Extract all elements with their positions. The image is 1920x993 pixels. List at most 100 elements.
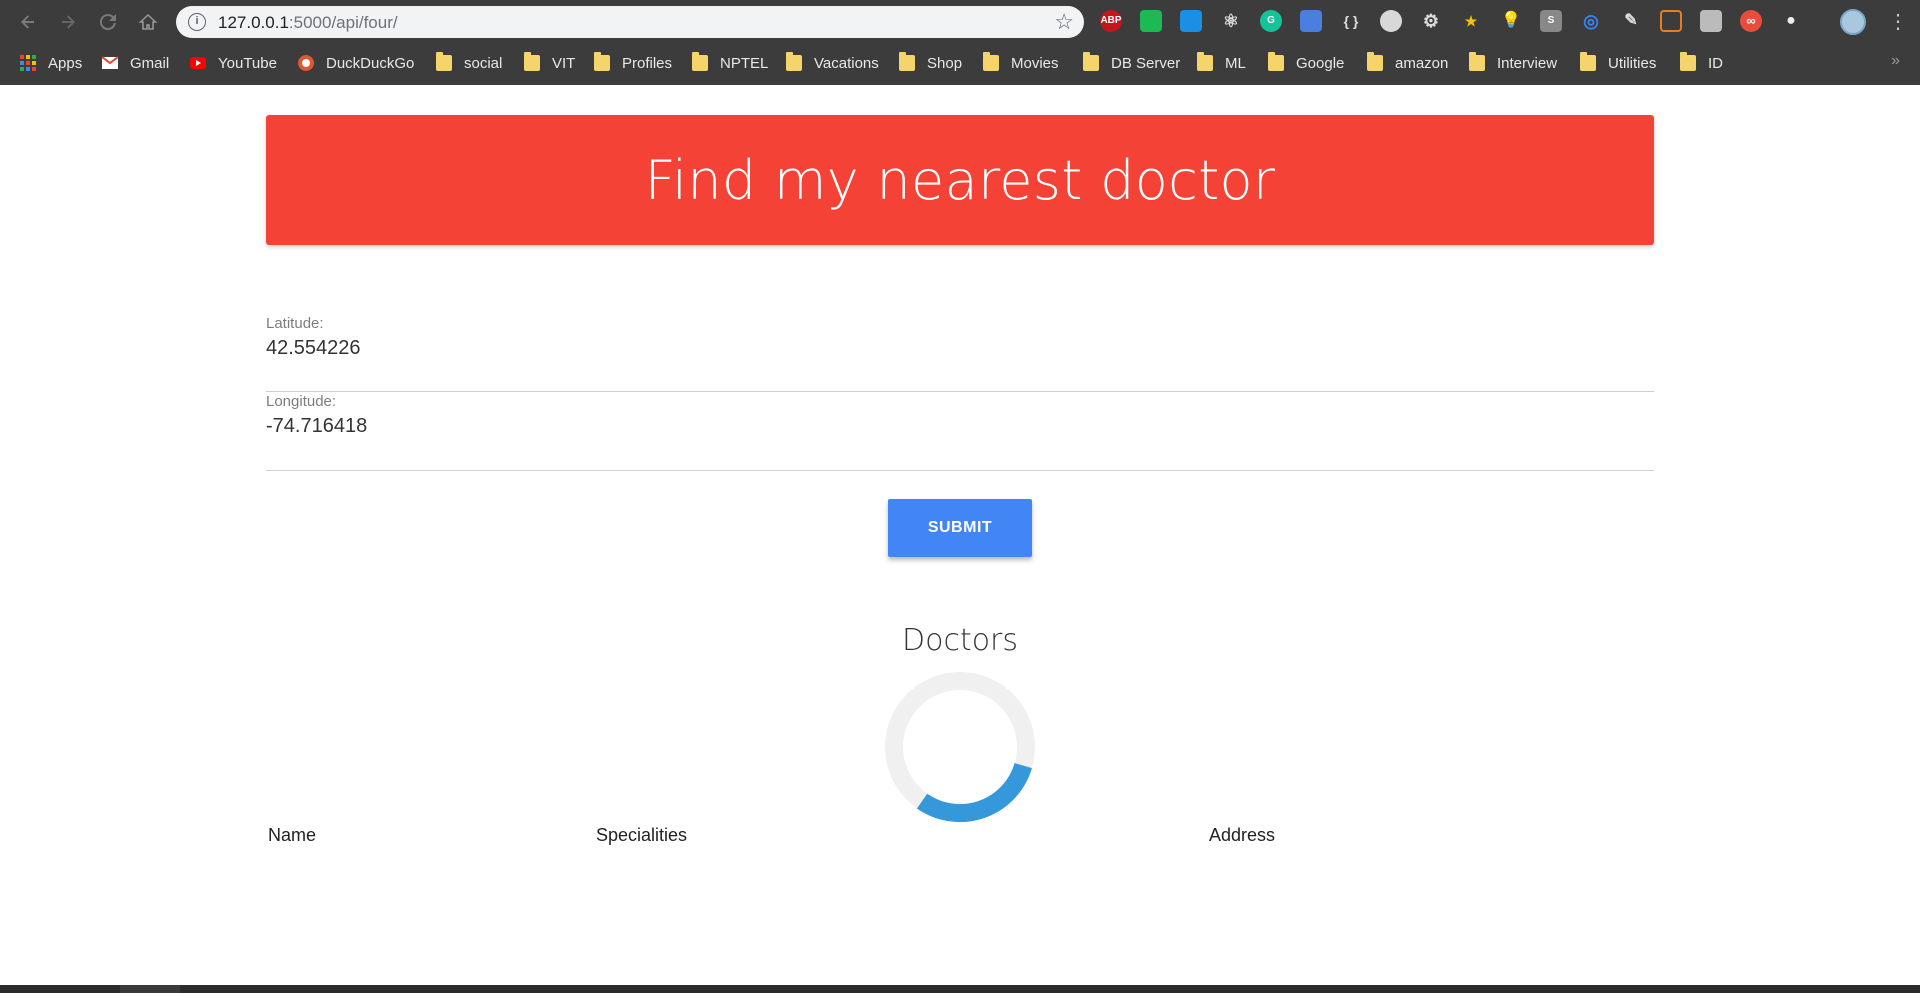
header-banner: Find my nearest doctor bbox=[266, 115, 1654, 245]
latitude-input[interactable] bbox=[266, 337, 1654, 360]
bookmark-youtube[interactable]: YouTube bbox=[190, 52, 277, 74]
bookmark-label: ID bbox=[1708, 54, 1723, 72]
bookmark-label: Vacations bbox=[814, 54, 879, 72]
bookmark-social[interactable]: social bbox=[436, 52, 502, 74]
folder-icon bbox=[1083, 52, 1099, 71]
bookmark-nptel[interactable]: NPTEL bbox=[692, 52, 768, 74]
folder-icon bbox=[1580, 52, 1596, 71]
grammarly-icon[interactable]: G bbox=[1260, 10, 1282, 32]
folder-icon bbox=[983, 52, 999, 71]
bookmarks-overflow-icon[interactable]: » bbox=[1891, 52, 1900, 70]
bookmark-label: VIT bbox=[552, 54, 576, 72]
bookmark-label: Interview bbox=[1497, 54, 1558, 72]
submit-button[interactable]: SUBMIT bbox=[888, 499, 1032, 557]
adblock-plus-icon[interactable]: ABP bbox=[1100, 10, 1122, 32]
check-extension-icon[interactable] bbox=[1380, 10, 1402, 32]
browser-menu-icon[interactable]: ⋮ bbox=[1888, 8, 1908, 36]
bookmark-label: NPTEL bbox=[720, 54, 769, 72]
bookmark-vit[interactable]: VIT bbox=[524, 52, 575, 74]
longitude-input[interactable] bbox=[266, 415, 1654, 438]
bookmark-ml[interactable]: ML bbox=[1197, 52, 1246, 74]
column-header-specialities: Specialities bbox=[596, 825, 688, 845]
loading-spinner bbox=[885, 672, 1035, 823]
pen-icon[interactable]: ✎ bbox=[1620, 10, 1642, 32]
folder-icon bbox=[1197, 52, 1213, 71]
folder-icon bbox=[899, 52, 915, 71]
bookmark-label: amazon bbox=[1395, 54, 1449, 72]
gmail-icon bbox=[102, 56, 118, 69]
page-title: Find my nearest doctor bbox=[644, 148, 1276, 212]
profile-avatar[interactable] bbox=[1840, 9, 1866, 35]
spinner-arc bbox=[916, 762, 1032, 823]
bookmark-label: social bbox=[464, 54, 503, 72]
folder-icon bbox=[1469, 52, 1485, 71]
folder-icon bbox=[594, 52, 610, 71]
taskbar-segment bbox=[120, 985, 180, 993]
bookmark-profiles[interactable]: Profiles bbox=[594, 52, 672, 74]
bookmark-label: Movies bbox=[1011, 54, 1059, 72]
infinity-icon[interactable]: ∞ bbox=[1740, 10, 1762, 32]
blue-extension-icon[interactable] bbox=[1180, 10, 1202, 32]
edge-icon[interactable]: ◎ bbox=[1580, 10, 1602, 32]
youtube-icon bbox=[190, 57, 206, 69]
bookmark-id[interactable]: ID bbox=[1680, 52, 1723, 74]
s-extension-icon[interactable]: S bbox=[1540, 10, 1562, 32]
bookmark-label: Apps bbox=[48, 54, 83, 72]
forward-icon[interactable] bbox=[54, 8, 82, 36]
bookmark-label: Gmail bbox=[130, 54, 170, 72]
page-content: Find my nearest doctor Latitude: Longitu… bbox=[0, 85, 1920, 985]
home-icon[interactable] bbox=[134, 8, 162, 36]
bookmark-star-icon[interactable]: ☆ bbox=[1054, 9, 1074, 35]
lightbulb-icon[interactable]: 💡 bbox=[1500, 10, 1522, 32]
folder-icon bbox=[524, 52, 540, 71]
bookmark-shop[interactable]: Shop bbox=[899, 52, 962, 74]
gray-extension-icon[interactable] bbox=[1700, 10, 1722, 32]
apps-grid-icon bbox=[20, 55, 36, 71]
bookmark-label: Shop bbox=[927, 54, 963, 72]
bookmarks-bar: Apps Gmail YouTube DuckDuckGo social VIT… bbox=[0, 48, 1920, 78]
doctors-title: Doctors bbox=[901, 623, 1019, 658]
bookmark-utilities[interactable]: Utilities bbox=[1580, 52, 1656, 74]
address-url[interactable]: 127.0.0.1:5000/api/four/ bbox=[218, 13, 398, 33]
column-header-name: Name bbox=[268, 825, 317, 845]
bookmark-gmail[interactable]: Gmail bbox=[102, 52, 169, 74]
bookmark-label: DB Server bbox=[1111, 54, 1181, 72]
taskbar-strip bbox=[0, 985, 1920, 993]
longitude-field: Longitude: bbox=[266, 393, 1654, 471]
info-icon[interactable]: i bbox=[188, 13, 206, 31]
bookmark-interview[interactable]: Interview bbox=[1469, 52, 1557, 74]
browser-chrome: i 127.0.0.1:5000/api/four/ ☆ ABP ⚛ G { }… bbox=[0, 0, 1920, 85]
longitude-label: Longitude: bbox=[266, 393, 337, 410]
bookmark-label: Utilities bbox=[1608, 54, 1657, 72]
react-devtools-icon[interactable]: ⚛ bbox=[1220, 10, 1242, 32]
back-icon[interactable] bbox=[14, 8, 42, 36]
bookmark-db-server[interactable]: DB Server bbox=[1083, 52, 1180, 74]
folder-icon bbox=[436, 52, 452, 71]
reload-icon[interactable] bbox=[94, 8, 122, 36]
bookmark-vacations[interactable]: Vacations bbox=[786, 52, 879, 74]
bookmark-movies[interactable]: Movies bbox=[983, 52, 1059, 74]
bookmark-label: DuckDuckGo bbox=[326, 54, 415, 72]
sparkle-icon[interactable]: ★ bbox=[1460, 10, 1482, 32]
bookmark-duckduckgo[interactable]: DuckDuckGo bbox=[298, 52, 414, 74]
bookmark-label: Profiles bbox=[622, 54, 673, 72]
latitude-label: Latitude: bbox=[266, 315, 324, 332]
green-extension-icon[interactable] bbox=[1140, 10, 1162, 32]
folder-icon bbox=[1680, 52, 1696, 71]
folder-icon bbox=[786, 52, 802, 71]
bookmark-label: Google bbox=[1296, 54, 1345, 72]
column-header-address: Address bbox=[1209, 825, 1276, 845]
bookmark-label: YouTube bbox=[218, 54, 277, 72]
translate-icon[interactable] bbox=[1300, 10, 1322, 32]
bookmark-label: ML bbox=[1225, 54, 1246, 72]
chart-extension-icon[interactable] bbox=[1660, 10, 1682, 32]
github-icon[interactable]: ● bbox=[1780, 10, 1802, 32]
address-bar[interactable]: i 127.0.0.1:5000/api/four/ ☆ bbox=[176, 6, 1084, 38]
bookmark-google[interactable]: Google bbox=[1268, 52, 1344, 74]
latitude-field: Latitude: bbox=[266, 315, 1654, 392]
browser-toolbar: i 127.0.0.1:5000/api/four/ ☆ ABP ⚛ G { }… bbox=[0, 0, 1920, 44]
bookmark-amazon[interactable]: amazon bbox=[1367, 52, 1448, 74]
bookmark-apps[interactable]: Apps bbox=[20, 52, 82, 74]
gear-icon[interactable]: ⚙ bbox=[1420, 10, 1442, 32]
json-viewer-icon[interactable]: { } bbox=[1340, 10, 1362, 32]
